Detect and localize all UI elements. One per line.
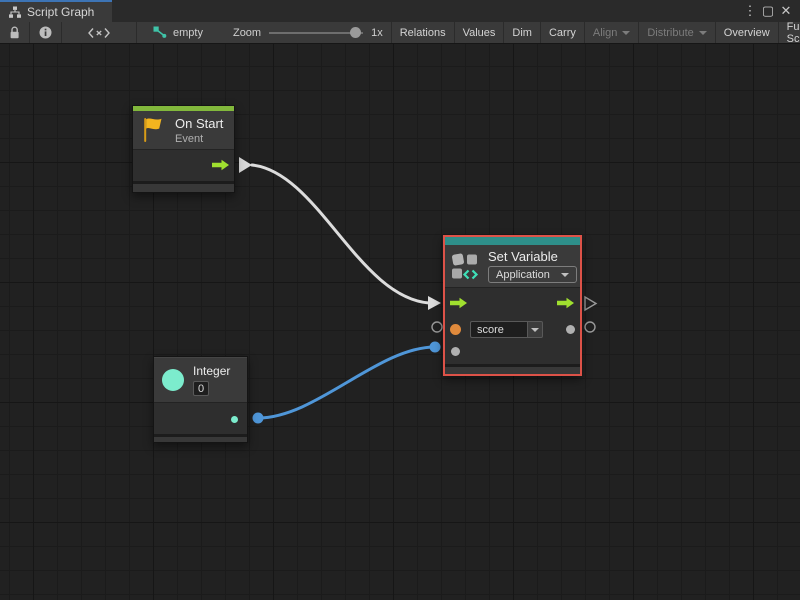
chevron-down-icon [699, 31, 707, 35]
carry-label: Carry [549, 27, 576, 39]
graph-toolbar: empty Zoom 1x Relations Values Dim Carry… [0, 22, 800, 44]
carry-button[interactable]: Carry [541, 22, 585, 43]
distribute-button[interactable]: Distribute [639, 22, 715, 43]
overview-label: Overview [724, 27, 770, 39]
relations-label: Relations [400, 27, 446, 39]
value-port-row [445, 341, 580, 362]
maximize-icon[interactable]: ▢ [759, 1, 777, 21]
graph-name-label: empty [173, 27, 203, 39]
connection-layer [0, 44, 800, 600]
wire-integer-to-setvariable[interactable] [253, 342, 441, 424]
variable-scope-dropdown[interactable]: Application [488, 266, 577, 283]
zoom-slider-handle[interactable] [350, 27, 361, 38]
zoom-value-label: 1x [371, 27, 383, 39]
code-view-button[interactable] [62, 22, 137, 43]
window-controls: ⋮ ▢ ✕ [741, 0, 800, 22]
dim-label: Dim [512, 27, 532, 39]
variable-accent-stripe [445, 237, 580, 245]
toolbar-button-group: Relations Values Dim Carry Align Distrib… [391, 22, 800, 43]
lock-button[interactable] [0, 22, 30, 43]
trigger-input-port[interactable] [450, 297, 468, 309]
full-screen-label: Full Screen [787, 21, 800, 45]
info-button[interactable] [30, 22, 62, 43]
set-variable-header: Set Variable Application [445, 245, 580, 287]
zoom-label: Zoom [233, 27, 261, 39]
graph-edge-icon [153, 26, 167, 39]
align-label: Align [593, 27, 617, 39]
graph-hierarchy-icon [9, 6, 21, 18]
chevron-down-icon [531, 328, 539, 332]
window-menu-icon[interactable]: ⋮ [741, 1, 759, 21]
close-icon[interactable]: ✕ [777, 1, 795, 21]
integer-value-field[interactable]: 0 [193, 381, 209, 396]
align-button[interactable]: Align [585, 22, 639, 43]
tab-title: Script Graph [27, 5, 94, 19]
overview-button[interactable]: Overview [716, 22, 779, 43]
on-start-header: On Start Event [133, 111, 234, 149]
node-integer[interactable]: Integer 0 [153, 356, 248, 443]
values-label: Values [463, 27, 496, 39]
full-screen-button[interactable]: Full Screen [779, 22, 800, 43]
integer-footer [154, 434, 247, 442]
value-output-port[interactable] [566, 325, 575, 334]
value-input-port[interactable] [451, 347, 460, 356]
scope-value: Application [496, 269, 550, 281]
dim-button[interactable]: Dim [504, 22, 541, 43]
values-button[interactable]: Values [455, 22, 505, 43]
integer-title: Integer [193, 364, 230, 378]
trigger-output-port[interactable] [212, 159, 230, 171]
chevron-down-icon [561, 273, 569, 277]
on-start-title: On Start [175, 116, 223, 131]
variable-name-dropdown-button[interactable] [527, 321, 543, 338]
angle-brackets-x-icon [88, 27, 110, 39]
port-hint-triangle-right[interactable] [585, 297, 596, 310]
tab-script-graph[interactable]: Script Graph [0, 0, 112, 22]
on-start-subtitle: Event [175, 133, 223, 145]
flag-icon [141, 116, 166, 144]
node-on-start[interactable]: On Start Event [132, 105, 235, 193]
info-icon [39, 26, 52, 39]
zoom-slider[interactable] [269, 32, 363, 34]
title-bar: Script Graph ⋮ ▢ ✕ [0, 0, 800, 22]
variable-name-field[interactable]: score [470, 321, 527, 338]
relations-button[interactable]: Relations [391, 22, 455, 43]
wire-onstart-to-setvariable[interactable] [239, 157, 441, 310]
chevron-down-icon [622, 31, 630, 35]
flow-port-row [445, 288, 580, 318]
integer-icon [162, 369, 184, 391]
node-set-variable[interactable]: Set Variable Application score [443, 235, 582, 376]
set-variable-body: score [445, 287, 580, 364]
distribute-label: Distribute [647, 27, 693, 39]
integer-header: Integer 0 [154, 357, 247, 402]
variables-icon [451, 251, 481, 281]
graph-canvas[interactable]: On Start Event Integer 0 [0, 44, 800, 600]
current-graph-chip[interactable]: empty [137, 22, 211, 43]
set-variable-footer [445, 364, 580, 374]
lock-icon [9, 26, 20, 39]
zoom-control: Zoom 1x [225, 22, 391, 43]
port-hint-circle-right[interactable] [585, 322, 595, 332]
port-hint-circle-left[interactable] [432, 322, 442, 332]
variable-name-port[interactable] [450, 324, 461, 335]
integer-output-port[interactable] [231, 416, 238, 423]
on-start-footer [133, 181, 234, 192]
integer-body [154, 402, 247, 434]
trigger-output-port[interactable] [557, 297, 575, 309]
name-port-row: score [445, 318, 580, 341]
set-variable-title: Set Variable [488, 249, 577, 264]
on-start-body [133, 149, 234, 181]
